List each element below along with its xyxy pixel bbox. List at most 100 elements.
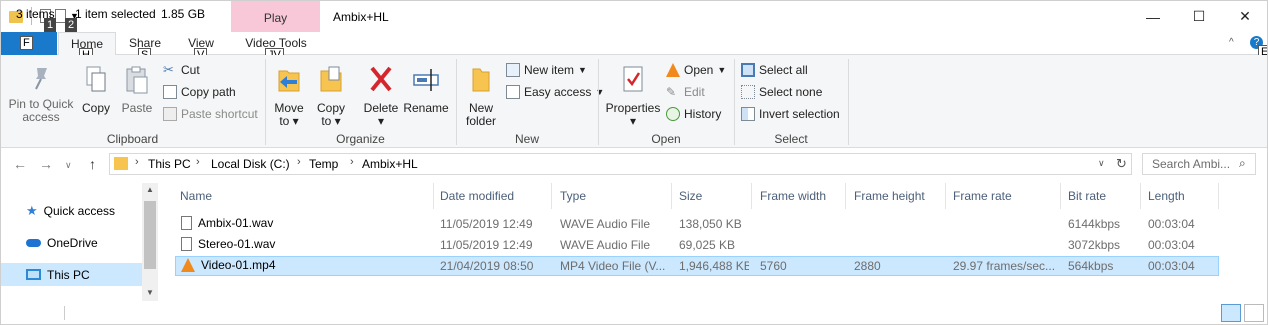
nav-label: This PC bbox=[47, 267, 90, 282]
pin-to-quick-access-button[interactable]: Pin to Quick access bbox=[5, 65, 77, 124]
file-frame-height: 2880 bbox=[854, 259, 881, 273]
copy-path-button[interactable]: Copy path bbox=[163, 83, 236, 101]
explorer-window: ▼ 1 2 Play Ambix+HL — ☐ ✕ F Home Share V… bbox=[0, 0, 1268, 325]
easy-access-button[interactable]: Easy access ▼ bbox=[506, 83, 604, 101]
tab-file[interactable]: F bbox=[1, 32, 57, 55]
large-icons-view-button[interactable] bbox=[1244, 304, 1264, 322]
rename-button[interactable]: Rename bbox=[403, 63, 449, 115]
copy-to-icon bbox=[320, 66, 342, 92]
nav-item-this-pc[interactable]: This PC bbox=[1, 263, 142, 286]
collapse-ribbon-icon[interactable]: ^ bbox=[1229, 37, 1234, 48]
breadcrumb-ambix-hl[interactable]: Ambix+HL bbox=[362, 157, 418, 171]
properties-button[interactable]: Properties ▾ bbox=[603, 63, 663, 128]
scroll-up-icon[interactable]: ▲ bbox=[146, 185, 154, 194]
copy-button[interactable]: Copy bbox=[79, 65, 113, 115]
copy-icon bbox=[86, 66, 106, 92]
copy-to-button[interactable]: Copy to ▾ bbox=[313, 63, 349, 128]
edit-button[interactable]: ✎ Edit bbox=[666, 83, 705, 101]
minimize-button[interactable]: — bbox=[1130, 1, 1176, 32]
invert-selection-label: Invert selection bbox=[759, 107, 840, 121]
search-input[interactable]: Search Ambi... ⌕ bbox=[1142, 153, 1256, 175]
file-row[interactable]: Stereo-01.wav 11/05/2019 12:49 WAVE Audi… bbox=[175, 235, 1219, 255]
address-bar[interactable]: › This PC › Local Disk (C:) › Temp › Amb… bbox=[109, 153, 1132, 175]
refresh-icon[interactable]: ↻ bbox=[1116, 156, 1127, 172]
nav-scrollbar-thumb[interactable] bbox=[144, 201, 156, 269]
group-label-organize: Organize bbox=[336, 132, 385, 146]
group-label-open: Open bbox=[651, 132, 681, 146]
new-item-button[interactable]: New item ▼ bbox=[506, 61, 587, 79]
status-bar bbox=[1, 301, 1267, 324]
column-header-name[interactable]: Name bbox=[175, 183, 434, 209]
paste-shortcut-button[interactable]: Paste shortcut bbox=[163, 105, 258, 123]
history-button[interactable]: History bbox=[666, 105, 721, 123]
maximize-button[interactable]: ☐ bbox=[1176, 1, 1222, 32]
file-type: WAVE Audio File bbox=[560, 217, 651, 231]
move-to-label-2: to ▾ bbox=[279, 114, 299, 128]
window-title: Ambix+HL bbox=[333, 10, 389, 24]
breadcrumb-separator: › bbox=[350, 156, 354, 168]
select-all-button[interactable]: Select all bbox=[741, 61, 808, 79]
recent-locations-icon[interactable]: ∨ bbox=[65, 160, 72, 171]
breadcrumb-separator: › bbox=[297, 156, 301, 168]
close-button[interactable]: ✕ bbox=[1222, 1, 1267, 32]
file-frame-rate: 29.97 frames/sec... bbox=[953, 259, 1056, 273]
cut-button[interactable]: ✂ Cut bbox=[163, 61, 200, 79]
delete-x-icon bbox=[370, 66, 392, 92]
file-name: Ambix-01.wav bbox=[198, 216, 274, 230]
address-dropdown-icon[interactable]: ∨ bbox=[1098, 158, 1105, 169]
pin-label-2: access bbox=[22, 110, 60, 124]
file-name-cell: Stereo-01.wav bbox=[181, 237, 431, 251]
back-arrow-icon[interactable]: ← bbox=[13, 156, 27, 172]
nav-item-quick-access[interactable]: ★ Quick access bbox=[4, 199, 141, 222]
select-none-icon bbox=[741, 85, 755, 99]
invert-selection-button[interactable]: Invert selection bbox=[741, 105, 840, 123]
breadcrumb-separator: › bbox=[196, 156, 200, 168]
context-tab-play: Play bbox=[231, 1, 320, 32]
file-type: WAVE Audio File bbox=[560, 238, 651, 252]
search-icon: ⌕ bbox=[1239, 156, 1246, 170]
file-type: MP4 Video File (V... bbox=[560, 259, 666, 273]
file-size: 138,050 KB bbox=[679, 217, 742, 231]
dropdown-arrow-icon: ▼ bbox=[578, 65, 587, 75]
column-header-bit-rate[interactable]: Bit rate bbox=[1063, 183, 1141, 209]
column-header-date-modified[interactable]: Date modified bbox=[435, 183, 552, 209]
nav-item-onedrive[interactable]: OneDrive bbox=[4, 231, 141, 254]
select-all-icon bbox=[741, 63, 755, 77]
file-row-selected[interactable]: Video-01.mp4 21/04/2019 08:50 MP4 Video … bbox=[175, 256, 1219, 276]
keytip-file: F bbox=[20, 36, 33, 50]
details-view-button[interactable] bbox=[1221, 304, 1241, 322]
column-header-type[interactable]: Type bbox=[555, 183, 672, 209]
up-arrow-icon[interactable]: ↑ bbox=[89, 156, 96, 172]
select-none-button[interactable]: Select none bbox=[741, 83, 822, 101]
column-header-frame-rate[interactable]: Frame rate bbox=[948, 183, 1061, 209]
file-name-cell: Video-01.mp4 bbox=[181, 258, 431, 272]
cloud-icon bbox=[26, 238, 41, 247]
file-row[interactable]: Ambix-01.wav 11/05/2019 12:49 WAVE Audio… bbox=[175, 214, 1219, 234]
breadcrumb-temp[interactable]: Temp bbox=[309, 157, 338, 171]
nav-label: OneDrive bbox=[47, 235, 98, 250]
column-header-frame-width[interactable]: Frame width bbox=[755, 183, 846, 209]
file-length: 00:03:04 bbox=[1148, 238, 1195, 252]
file-size: 1,946,488 KB bbox=[679, 259, 749, 273]
column-header-size[interactable]: Size bbox=[674, 183, 752, 209]
column-header-frame-height[interactable]: Frame height bbox=[849, 183, 946, 209]
column-header-length[interactable]: Length bbox=[1143, 183, 1219, 209]
new-folder-button[interactable]: New folder bbox=[461, 63, 501, 128]
group-label-select: Select bbox=[774, 132, 808, 146]
breadcrumb-separator: › bbox=[135, 156, 139, 168]
move-to-button[interactable]: Move to ▾ bbox=[271, 63, 307, 128]
breadcrumb-local-disk[interactable]: Local Disk (C:) bbox=[211, 157, 290, 171]
file-bit-rate: 3072kbps bbox=[1068, 238, 1121, 252]
open-button[interactable]: Open ▼ bbox=[666, 61, 726, 79]
paste-button[interactable]: Paste bbox=[119, 65, 155, 115]
delete-button[interactable]: Delete ▾ bbox=[361, 63, 401, 128]
select-all-label: Select all bbox=[759, 63, 808, 77]
paste-label: Paste bbox=[121, 101, 153, 115]
delete-dropdown-icon: ▾ bbox=[377, 114, 385, 128]
monitor-icon bbox=[26, 269, 41, 280]
scroll-down-icon[interactable]: ▼ bbox=[146, 288, 154, 297]
status-separator bbox=[64, 306, 65, 320]
pin-icon bbox=[35, 68, 47, 90]
breadcrumb-this-pc[interactable]: This PC bbox=[148, 157, 191, 171]
forward-arrow-icon[interactable]: → bbox=[39, 156, 53, 172]
